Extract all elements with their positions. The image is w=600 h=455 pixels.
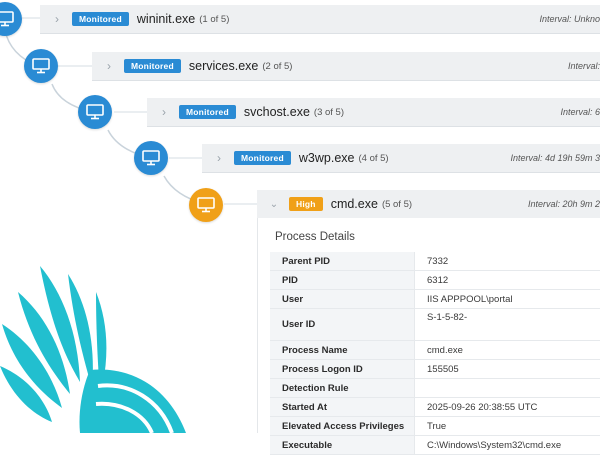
detail-value: 2025-09-26 20:38:55 UTC bbox=[415, 398, 600, 417]
table-row: PID6312 bbox=[270, 271, 600, 290]
computer-monitor-icon bbox=[142, 150, 160, 166]
process-index: (2 of 5) bbox=[262, 61, 292, 72]
detail-value bbox=[415, 379, 600, 398]
status-badge: Monitored bbox=[234, 151, 291, 165]
process-details-panel: Process Details Parent PID7332 PID6312 U… bbox=[257, 218, 600, 433]
process-index: (4 of 5) bbox=[358, 153, 388, 164]
chevron-right-icon[interactable]: › bbox=[100, 59, 118, 73]
process-interval: Interval: bbox=[568, 61, 600, 71]
process-interval: Interval: 4d 19h 59m 3 bbox=[510, 153, 600, 163]
process-interval: Interval: Unkno bbox=[539, 14, 600, 24]
status-badge: Monitored bbox=[124, 59, 181, 73]
detail-key: Detection Rule bbox=[270, 379, 415, 398]
table-row: Process Logon ID155505 bbox=[270, 360, 600, 379]
status-badge: Monitored bbox=[179, 105, 236, 119]
computer-monitor-icon bbox=[32, 58, 50, 74]
status-badge: Monitored bbox=[72, 12, 129, 26]
process-index: (5 of 5) bbox=[382, 199, 412, 210]
detail-key: Parent PID bbox=[270, 252, 415, 271]
detail-key: User ID bbox=[270, 309, 415, 341]
process-row-cmd[interactable]: ⌄ High cmd.exe (5 of 5) Interval: 20h 9m… bbox=[257, 190, 600, 219]
detail-value: C:\Windows\System32\cmd.exe bbox=[415, 436, 600, 455]
process-row-wininit[interactable]: › Monitored wininit.exe (1 of 5) Interva… bbox=[40, 5, 600, 34]
table-row: User IDS-1-5-82- bbox=[270, 309, 600, 341]
detail-value: S-1-5-82- bbox=[415, 309, 600, 341]
brand-wing-logo bbox=[0, 262, 190, 433]
detail-key: Started At bbox=[270, 398, 415, 417]
detail-value: IIS APPPOOL\portal bbox=[415, 290, 600, 309]
chevron-right-icon[interactable]: › bbox=[48, 12, 66, 26]
process-details-table: Parent PID7332 PID6312 UserIIS APPPOOL\p… bbox=[270, 252, 600, 455]
detail-key: User bbox=[270, 290, 415, 309]
process-row-w3wp[interactable]: › Monitored w3wp.exe (4 of 5) Interval: … bbox=[202, 144, 600, 173]
table-row: Detection Rule bbox=[270, 379, 600, 398]
table-row: Process Namecmd.exe bbox=[270, 341, 600, 360]
detail-key: Process Logon ID bbox=[270, 360, 415, 379]
details-title: Process Details bbox=[275, 231, 355, 243]
process-node-icon[interactable] bbox=[24, 49, 58, 83]
process-node-icon-alert[interactable] bbox=[189, 188, 223, 222]
process-name: services.exe bbox=[189, 59, 258, 73]
process-interval: Interval: 20h 9m 2 bbox=[528, 199, 600, 209]
process-name: svchost.exe bbox=[244, 105, 310, 119]
detail-key: Process Name bbox=[270, 341, 415, 360]
process-name: w3wp.exe bbox=[299, 151, 355, 165]
process-node-icon[interactable] bbox=[0, 2, 22, 36]
table-row: Parent PID7332 bbox=[270, 252, 600, 271]
detail-value: cmd.exe bbox=[415, 341, 600, 360]
chevron-right-icon[interactable]: › bbox=[210, 151, 228, 165]
detail-value: 155505 bbox=[415, 360, 600, 379]
detail-value: 6312 bbox=[415, 271, 600, 290]
detail-value: 7332 bbox=[415, 252, 600, 271]
process-name: wininit.exe bbox=[137, 12, 195, 26]
table-row: Started At2025-09-26 20:38:55 UTC bbox=[270, 398, 600, 417]
chevron-right-icon[interactable]: › bbox=[155, 105, 173, 119]
table-row: UserIIS APPPOOL\portal bbox=[270, 290, 600, 309]
process-name: cmd.exe bbox=[331, 197, 378, 211]
process-index: (1 of 5) bbox=[199, 14, 229, 25]
process-row-svchost[interactable]: › Monitored svchost.exe (3 of 5) Interva… bbox=[147, 98, 600, 127]
table-row: ExecutableC:\Windows\System32\cmd.exe bbox=[270, 436, 600, 455]
computer-monitor-icon bbox=[86, 104, 104, 120]
computer-monitor-icon bbox=[0, 11, 14, 27]
process-interval: Interval: 6 bbox=[560, 107, 600, 117]
process-tree-view: › Monitored wininit.exe (1 of 5) Interva… bbox=[0, 0, 600, 433]
detail-key: Executable bbox=[270, 436, 415, 455]
process-index: (3 of 5) bbox=[314, 107, 344, 118]
computer-monitor-icon bbox=[197, 197, 215, 213]
chevron-down-icon[interactable]: ⌄ bbox=[265, 199, 283, 210]
process-node-icon[interactable] bbox=[134, 141, 168, 175]
status-badge: High bbox=[289, 197, 323, 211]
process-node-icon[interactable] bbox=[78, 95, 112, 129]
detail-key: PID bbox=[270, 271, 415, 290]
process-row-services[interactable]: › Monitored services.exe (2 of 5) Interv… bbox=[92, 52, 600, 81]
